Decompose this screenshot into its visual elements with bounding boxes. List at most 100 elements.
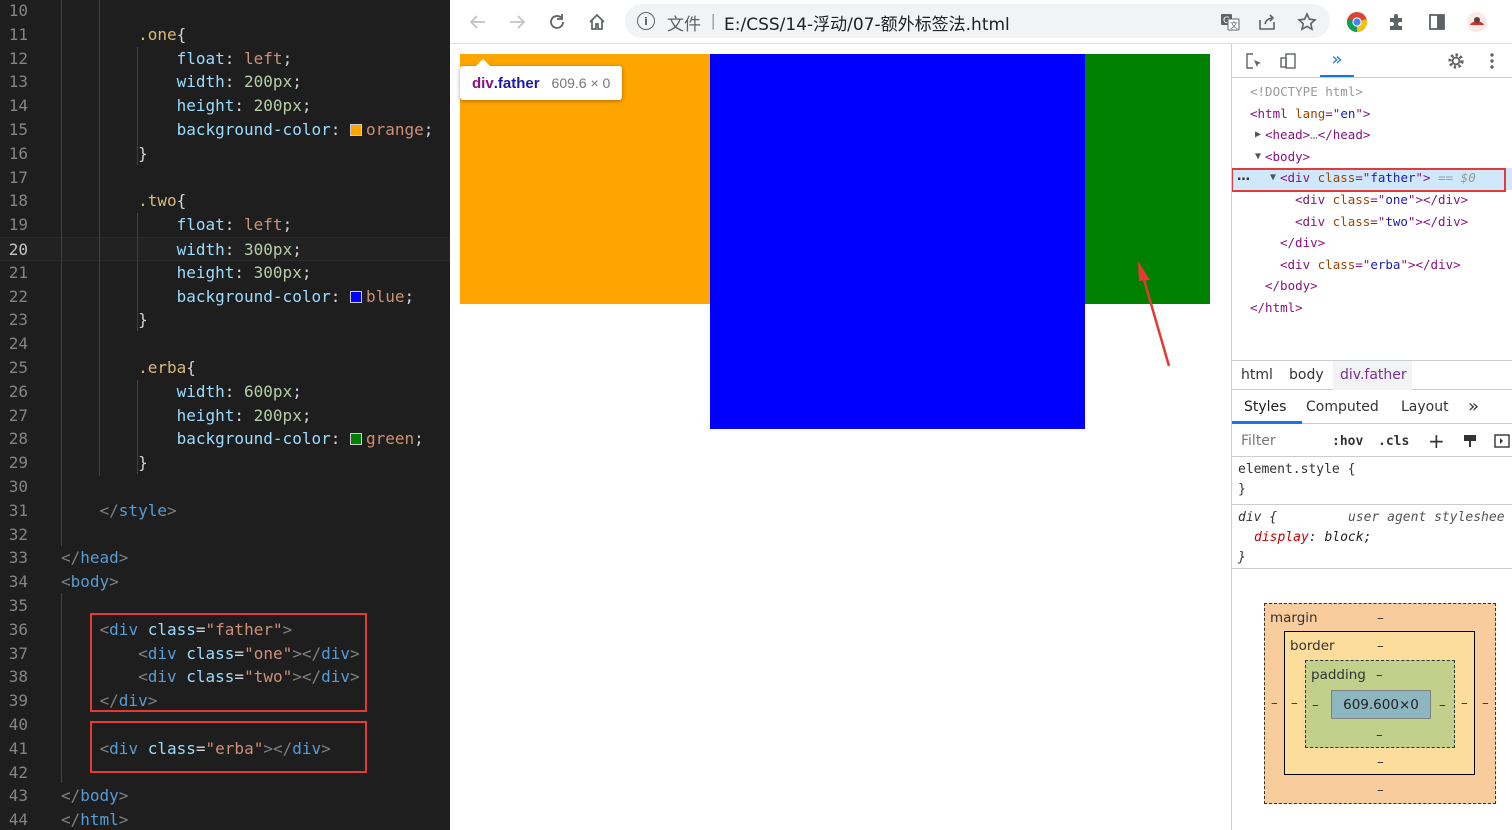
code-token: : xyxy=(224,72,245,92)
bm-padding-box: padding – – – – 609.600×0 xyxy=(1305,660,1455,748)
forward-icon[interactable] xyxy=(501,6,533,38)
code-line[interactable]: 25 .erba{ xyxy=(0,356,450,380)
line-number: 26 xyxy=(8,381,28,401)
elements-node[interactable]: <div class="erba"></div> xyxy=(1280,254,1461,276)
color-swatch[interactable] xyxy=(349,124,362,136)
line-number: 13 xyxy=(8,72,28,92)
tab-styles[interactable]: Styles xyxy=(1244,399,1286,415)
code-token: </ xyxy=(61,548,81,568)
bm-border-box: border – – – – padding – – – – 609.600×0 xyxy=(1284,631,1475,775)
code-line[interactable]: 24 xyxy=(0,332,450,356)
tab-layout[interactable]: Layout xyxy=(1401,399,1449,415)
cls-toggle[interactable]: .cls xyxy=(1378,434,1409,449)
elements-node[interactable]: </html> xyxy=(1250,297,1303,319)
code-token: background-color xyxy=(61,286,331,306)
element-style-selector: element.style { xyxy=(1238,462,1356,477)
reload-icon[interactable] xyxy=(541,6,573,38)
code-line[interactable]: 13 width: 200px; xyxy=(0,70,450,94)
color-swatch[interactable] xyxy=(349,290,362,303)
line-number: 15 xyxy=(8,120,28,139)
breadcrumb-div-father[interactable]: div.father xyxy=(1340,367,1407,383)
line-number: 32 xyxy=(8,524,28,544)
url-text[interactable]: E:/CSS/14-浮动/07-额外标签法.html xyxy=(724,10,1010,35)
bookmark-star-icon[interactable] xyxy=(1291,6,1323,38)
code-line[interactable]: 19 float: left; xyxy=(0,213,450,237)
tab-computed[interactable]: Computed xyxy=(1306,399,1379,415)
code-line[interactable]: 31 </style> xyxy=(0,499,450,523)
code-line[interactable]: 27 height: 200px; xyxy=(0,404,450,428)
breadcrumb-body[interactable]: body xyxy=(1289,367,1324,383)
code-line[interactable]: 44 </html> xyxy=(0,808,450,830)
code-line[interactable]: 32 xyxy=(0,523,450,547)
tab-styles-underline xyxy=(1232,421,1302,424)
line-number: 39 xyxy=(8,691,28,711)
filter-input[interactable]: Filter xyxy=(1241,433,1276,449)
code-line[interactable]: 33 </head> xyxy=(0,546,450,570)
code-line[interactable]: 14 height: 200px; xyxy=(0,94,450,118)
code-line[interactable]: 18 .two{ xyxy=(0,189,450,213)
collapse-triangle-icon[interactable]: ▼ xyxy=(1255,146,1261,168)
code-line[interactable]: 15 background-color: orange; xyxy=(0,118,450,142)
chrome-icon[interactable] xyxy=(1341,6,1373,38)
element-style-rule[interactable]: element.style { } xyxy=(1238,460,1355,500)
elements-node[interactable]: ▶ <head>…</head> xyxy=(1255,124,1370,146)
translate-icon[interactable]: G文 xyxy=(1214,6,1246,38)
code-line[interactable]: 22 background-color: blue; xyxy=(0,285,450,309)
box-model-diagram[interactable]: margin – – – – border – – – – padding – … xyxy=(1264,603,1496,804)
elements-node[interactable]: <div class="one"></div> xyxy=(1295,189,1468,211)
dom-token: one xyxy=(1385,192,1408,207)
expand-triangle-icon[interactable]: ▶ xyxy=(1255,124,1261,146)
code-line[interactable]: 29 } xyxy=(0,451,450,475)
sidebar-toggle-icon[interactable] xyxy=(1494,433,1510,453)
more-subtabs-icon[interactable]: » xyxy=(1468,396,1479,417)
code-token: ; xyxy=(282,48,293,68)
code-line[interactable]: 20 width: 300px; xyxy=(0,237,450,261)
indent-guide xyxy=(137,213,138,331)
settings-gear-icon[interactable] xyxy=(1444,50,1468,72)
profile-avatar-icon[interactable] xyxy=(1461,6,1493,38)
kebab-menu-icon[interactable] xyxy=(1480,50,1504,72)
color-swatch[interactable] xyxy=(349,433,362,446)
inspect-element-icon[interactable] xyxy=(1242,50,1266,72)
breadcrumb-html[interactable]: html xyxy=(1241,367,1273,383)
code-line[interactable]: 17 xyxy=(0,166,450,190)
device-toolbar-icon[interactable] xyxy=(1276,50,1300,72)
home-icon[interactable] xyxy=(581,6,613,38)
elements-node[interactable]: </body> xyxy=(1265,275,1318,297)
page-viewport[interactable]: div .father 609.6 × 0 xyxy=(450,44,1231,830)
line-number: 18 xyxy=(8,191,28,211)
bm-padding-top: – xyxy=(1376,667,1383,683)
code-line[interactable]: 12 float: left; xyxy=(0,47,450,71)
code-line[interactable]: 30 xyxy=(0,475,450,499)
extensions-icon[interactable] xyxy=(1380,6,1412,38)
code-line[interactable]: 21 height: 300px; xyxy=(0,261,450,285)
info-icon[interactable]: i xyxy=(637,12,655,30)
more-tabs-icon[interactable]: » xyxy=(1320,44,1354,77)
code-editor[interactable]: 10 11 .one{12 float: left; 13 width: 200px… xyxy=(0,0,450,830)
share-icon[interactable] xyxy=(1251,6,1283,38)
code-line[interactable]: 11 .one{ xyxy=(0,23,450,47)
back-icon[interactable] xyxy=(462,6,494,38)
bm-border-bottom: – xyxy=(1377,754,1384,770)
div-ua-rule[interactable]: div {user agent styleshee display: block… xyxy=(1238,508,1512,568)
new-rule-icon[interactable]: + xyxy=(1428,429,1445,453)
computed-styles-toggle-icon[interactable] xyxy=(1462,433,1478,453)
browser-toolbar: i 文件 | E:/CSS/14-浮动/07-额外标签法.html G文 xyxy=(450,0,1512,44)
dom-token: =" xyxy=(1370,192,1386,207)
hov-toggle[interactable]: :hov xyxy=(1332,434,1363,449)
code-line[interactable]: 34 <body> xyxy=(0,570,450,594)
elements-node[interactable]: <div class="two"></div> xyxy=(1295,211,1468,233)
code-line[interactable]: 28 background-color: green; xyxy=(0,427,450,451)
code-line[interactable]: 10 xyxy=(0,0,450,23)
code-line[interactable]: 16 } xyxy=(0,142,450,166)
code-line[interactable]: 43 </body> xyxy=(0,784,450,808)
elements-node[interactable]: <!DOCTYPE html> xyxy=(1250,81,1363,103)
elements-node[interactable]: ▼ <body> xyxy=(1255,146,1310,168)
side-panel-icon[interactable] xyxy=(1421,6,1453,38)
elements-node[interactable]: </div> xyxy=(1280,232,1325,254)
elements-node[interactable]: <html lang="en"> xyxy=(1250,103,1370,125)
box-two[interactable] xyxy=(710,54,1085,429)
code-token: ; xyxy=(423,120,434,139)
code-line[interactable]: 26 width: 600px; xyxy=(0,380,450,404)
code-line[interactable]: 23 } xyxy=(0,308,450,332)
